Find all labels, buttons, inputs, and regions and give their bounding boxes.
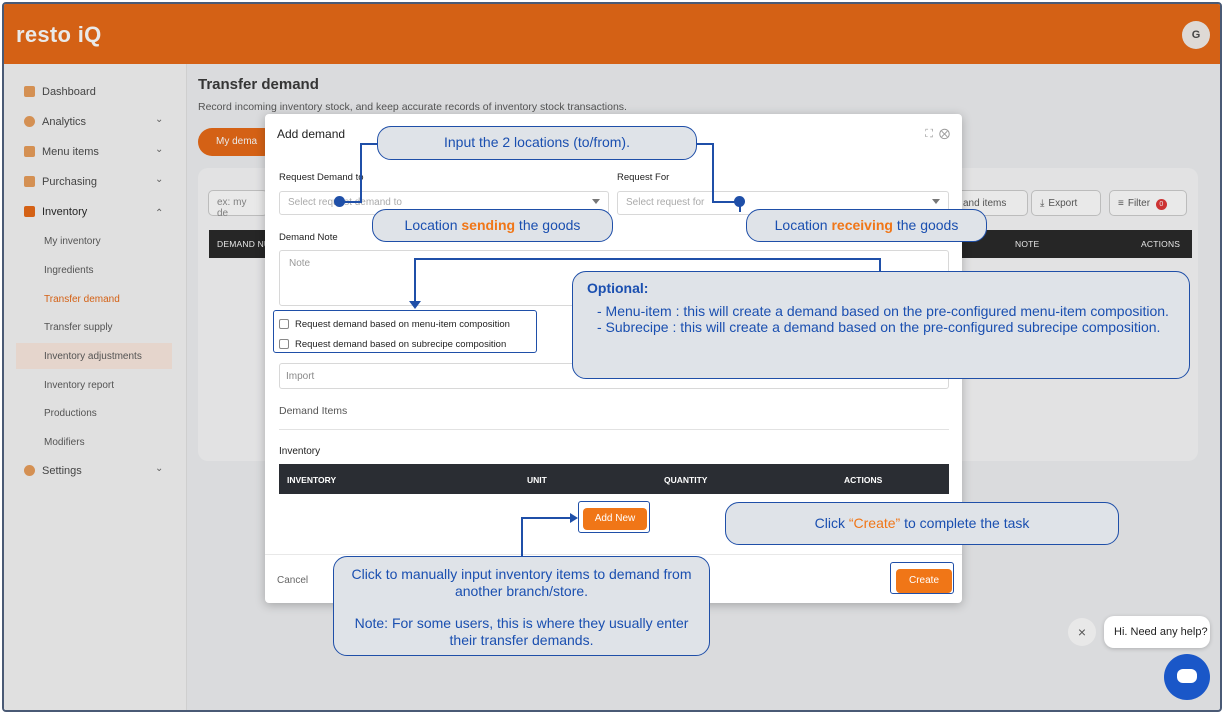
modal-window-controls: ⛶ ⨂	[925, 127, 950, 141]
arrow-right-icon	[570, 513, 578, 523]
demand-note-label: Demand Note	[279, 232, 338, 243]
callout-optional: Optional: - Menu-item : this will create…	[572, 271, 1190, 379]
modal-title: Add demand	[277, 127, 346, 141]
callout-receiving-pre: Location	[774, 217, 832, 233]
divider	[279, 429, 949, 430]
callout-locations: Input the 2 locations (to/from).	[377, 126, 697, 160]
connector-line	[712, 143, 714, 202]
connector-line	[360, 143, 377, 145]
cancel-button[interactable]: Cancel	[277, 575, 308, 586]
demand-items-label: Demand Items	[279, 405, 348, 417]
connector-line	[360, 143, 362, 202]
chat-close-button[interactable]: ×	[1068, 618, 1096, 646]
request-for-label: Request For	[617, 172, 670, 183]
callout-create-post: to complete the task	[900, 515, 1030, 531]
caret-down-icon	[932, 199, 940, 204]
create-highlight-frame	[890, 562, 954, 594]
callout-create-highlight: “Create”	[848, 515, 901, 531]
chat-bubble[interactable]: Hi. Need any help?	[1104, 616, 1210, 648]
connector-line	[414, 258, 416, 303]
add-new-highlight-frame	[578, 501, 650, 533]
callout-manual-line1: Click to manually input inventory items …	[351, 566, 692, 599]
app-frame: resto iQ G Dashboard Analytics ⌄ Menu it…	[2, 2, 1222, 712]
callout-optional-line1: - Menu-item : this will create a demand …	[597, 302, 1169, 319]
chat-icon	[1177, 669, 1197, 683]
callout-receiving-highlight: receiving	[831, 217, 893, 233]
inv-header-quantity: QUANTITY	[664, 475, 708, 485]
checkbox-highlight-frame	[273, 310, 537, 353]
callout-manual-line2: Note: For some users, this is where they…	[354, 615, 689, 648]
callout-optional-line2: - Subrecipe : this will create a demand …	[597, 319, 1161, 335]
caret-down-icon	[592, 199, 600, 204]
connector-line	[521, 517, 571, 519]
callout-sending-pre: Location	[404, 217, 462, 233]
callout-create-pre: Click	[814, 515, 849, 531]
callout-receiving: Location receiving the goods	[746, 209, 987, 242]
callout-sending-highlight: sending	[461, 217, 516, 233]
inv-header-unit: UNIT	[527, 475, 547, 485]
close-icon[interactable]: ⨂	[939, 128, 950, 140]
connector-line	[879, 258, 881, 272]
modal-footer-divider	[265, 554, 962, 555]
inv-header-inventory: INVENTORY	[287, 475, 337, 485]
connector-line	[739, 201, 741, 212]
inv-header-actions: ACTIONS	[844, 475, 883, 485]
connector-line	[521, 517, 523, 557]
inventory-label: Inventory	[279, 446, 321, 457]
connector-line	[344, 201, 362, 203]
callout-receiving-post: the goods	[892, 217, 959, 233]
chat-launcher-button[interactable]	[1164, 654, 1210, 700]
request-for-placeholder: Select request for	[626, 197, 705, 208]
callout-sending-post: the goods	[515, 217, 581, 233]
callout-create: Click “Create” to complete the task	[725, 502, 1119, 545]
callout-optional-title: Optional:	[587, 280, 649, 296]
connector-line	[414, 258, 881, 260]
callout-sending: Location sending the goods	[372, 209, 613, 242]
expand-icon[interactable]: ⛶	[925, 128, 933, 140]
callout-manual-input: Click to manually input inventory items …	[333, 556, 710, 656]
request-to-label: Request Demand to	[279, 172, 364, 183]
arrow-down-icon	[409, 301, 421, 309]
